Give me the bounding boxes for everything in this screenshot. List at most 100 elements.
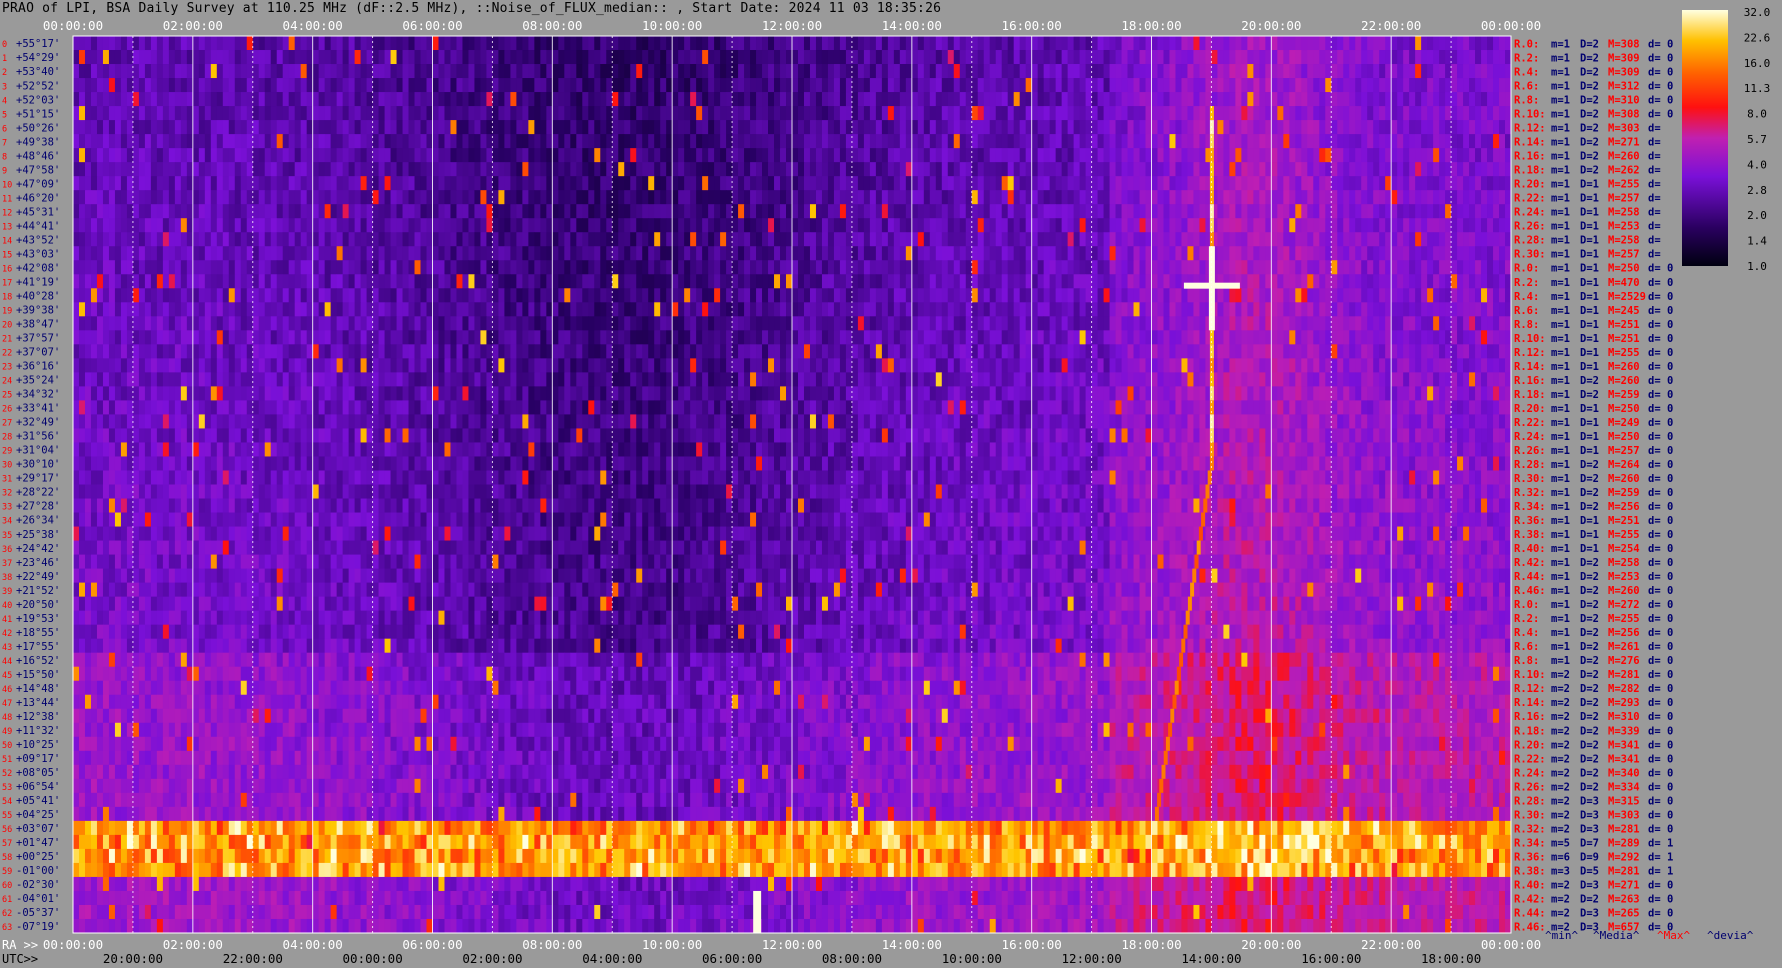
- top-time-label: 06:00:00: [402, 18, 462, 33]
- stats-value: R.40:: [1514, 879, 1546, 891]
- diagonal-streak-cell: [1192, 568, 1197, 583]
- stats-value: m=1: [1551, 599, 1570, 611]
- stats-value: d= 0: [1648, 683, 1673, 695]
- stats-row: R.6: m=1 D=1 M=245 d= 0: [1514, 305, 1673, 317]
- stats-value: M=251: [1608, 319, 1640, 331]
- stats-value: M=303: [1608, 123, 1640, 135]
- stats-row: R.18: m=1 D=2 M=262 d=: [1514, 165, 1661, 177]
- stats-value: R.38:: [1514, 529, 1546, 541]
- utc-tick-label: 08:00:00: [822, 951, 882, 966]
- stats-value: M=308: [1608, 109, 1640, 121]
- stats-row: R.22: m=1 D=1 M=249 d= 0: [1514, 417, 1673, 429]
- stats-value: D=3: [1580, 795, 1599, 807]
- stats-value: D=7: [1580, 837, 1599, 849]
- stats-row: R.14: m=1 D=2 M=271 d=: [1514, 137, 1661, 149]
- diagonal-streak-cell: [1161, 764, 1166, 779]
- row-index-label: 10: [2, 180, 12, 190]
- utc-tick-label: 04:00:00: [582, 951, 642, 966]
- stats-value: M=250: [1608, 431, 1640, 443]
- stats-row: R.2: m=1 D=1 M=470 d= 0: [1514, 277, 1673, 289]
- stats-value: D=2: [1580, 753, 1599, 765]
- stats-value: D=1: [1580, 347, 1599, 359]
- legend-footer-label: ^min^: [1545, 929, 1578, 942]
- stats-value: m=1: [1551, 109, 1570, 121]
- stats-value: D=1: [1580, 249, 1599, 261]
- stats-value: M=245: [1608, 305, 1640, 317]
- stats-row: R.30: m=2 D=3 M=303 d= 0: [1514, 809, 1673, 821]
- source-track-cell: [1209, 358, 1214, 373]
- stats-value: R.20:: [1514, 403, 1546, 415]
- stats-value: M=292: [1608, 851, 1640, 863]
- row-index-label: 61: [2, 895, 12, 905]
- stats-value: M=271: [1608, 137, 1640, 149]
- declination-label: +24°42': [16, 543, 60, 555]
- stats-value: R.42:: [1514, 893, 1546, 905]
- stats-value: R.0:: [1514, 599, 1539, 611]
- row-index-label: 62: [2, 909, 12, 919]
- stats-value: M=308: [1608, 38, 1640, 50]
- stats-value: d= 0: [1648, 655, 1673, 667]
- ra-tick-label: 00:00:00: [1481, 937, 1541, 952]
- stats-row: R.44: m=1 D=2 M=253 d= 0: [1514, 571, 1673, 583]
- stats-value: D=1: [1580, 515, 1599, 527]
- colorbar-tick-label: 1.4: [1747, 235, 1767, 248]
- stats-value: d= 0: [1648, 305, 1673, 317]
- stats-value: d= 0: [1648, 333, 1673, 345]
- stats-value: D=2: [1580, 599, 1599, 611]
- stats-value: R.4:: [1514, 67, 1539, 79]
- stats-value: D=3: [1580, 879, 1599, 891]
- diagonal-streak-cell: [1159, 778, 1164, 793]
- row-index-label: 5: [2, 110, 7, 120]
- stats-value: M=272: [1608, 599, 1640, 611]
- stats-value: M=303: [1608, 809, 1640, 821]
- stats-row: R.24: m=1 D=1 M=250 d= 0: [1514, 431, 1673, 443]
- stats-value: m=2: [1551, 809, 1570, 821]
- stats-value: M=282: [1608, 683, 1640, 695]
- stats-value: R.28:: [1514, 795, 1546, 807]
- stats-row: R.2: m=1 D=2 M=309 d= 0: [1514, 53, 1673, 65]
- row-index-label: 12: [2, 208, 12, 218]
- utc-tick-label: 12:00:00: [1062, 951, 1122, 966]
- row-index-label: 40: [2, 601, 12, 611]
- stats-value: M=256: [1608, 627, 1640, 639]
- stats-value: m=1: [1551, 319, 1570, 331]
- top-time-label: 18:00:00: [1121, 18, 1181, 33]
- stats-value: M=260: [1608, 473, 1640, 485]
- declination-label: +45°31': [16, 206, 60, 218]
- stats-row: R.26: m=1 D=1 M=257 d= 0: [1514, 445, 1673, 457]
- stats-value: d= 0: [1648, 347, 1673, 359]
- row-index-label: 8: [2, 152, 7, 162]
- stats-value: m=1: [1551, 431, 1570, 443]
- stats-value: M=259: [1608, 389, 1640, 401]
- stats-value: R.14:: [1514, 361, 1546, 373]
- declination-label: +52°52': [16, 80, 60, 92]
- stats-value: d= 0: [1648, 907, 1673, 919]
- stats-value: M=253: [1608, 221, 1640, 233]
- stats-value: D=2: [1580, 137, 1599, 149]
- row-index-label: 22: [2, 349, 12, 359]
- diagonal-streak-cell: [1163, 750, 1168, 765]
- diagonal-streak-cell: [1181, 638, 1186, 653]
- stats-row: R.0: m=1 D=1 M=250 d= 0: [1514, 263, 1673, 275]
- row-index-label: 52: [2, 769, 12, 779]
- stats-row: R.26: m=1 D=1 M=253 d=: [1514, 221, 1661, 233]
- declination-label: +41°19': [16, 276, 60, 288]
- stats-value: d= 0: [1648, 725, 1673, 737]
- stats-value: M=253: [1608, 571, 1640, 583]
- source-track-cell: [1209, 442, 1214, 457]
- stats-row: R.16: m=1 D=2 M=260 d=: [1514, 151, 1661, 163]
- ra-tick-label: 06:00:00: [402, 937, 462, 952]
- stats-value: D=2: [1580, 669, 1599, 681]
- diagonal-streak-cell: [1201, 512, 1206, 527]
- row-index-label: 14: [2, 236, 12, 246]
- stats-value: D=2: [1580, 459, 1599, 471]
- stats-value: d= 0: [1648, 893, 1673, 905]
- stats-row: R.12: m=1 D=2 M=303 d=: [1514, 123, 1661, 135]
- stats-value: m=1: [1551, 221, 1570, 233]
- stats-value: d= 0: [1648, 109, 1673, 121]
- colorbar-tick-label: 22.6: [1744, 31, 1771, 44]
- declination-label: +15°50': [16, 669, 60, 681]
- stats-value: m=1: [1551, 529, 1570, 541]
- row-index-label: 47: [2, 699, 12, 709]
- stats-value: D=2: [1580, 123, 1599, 135]
